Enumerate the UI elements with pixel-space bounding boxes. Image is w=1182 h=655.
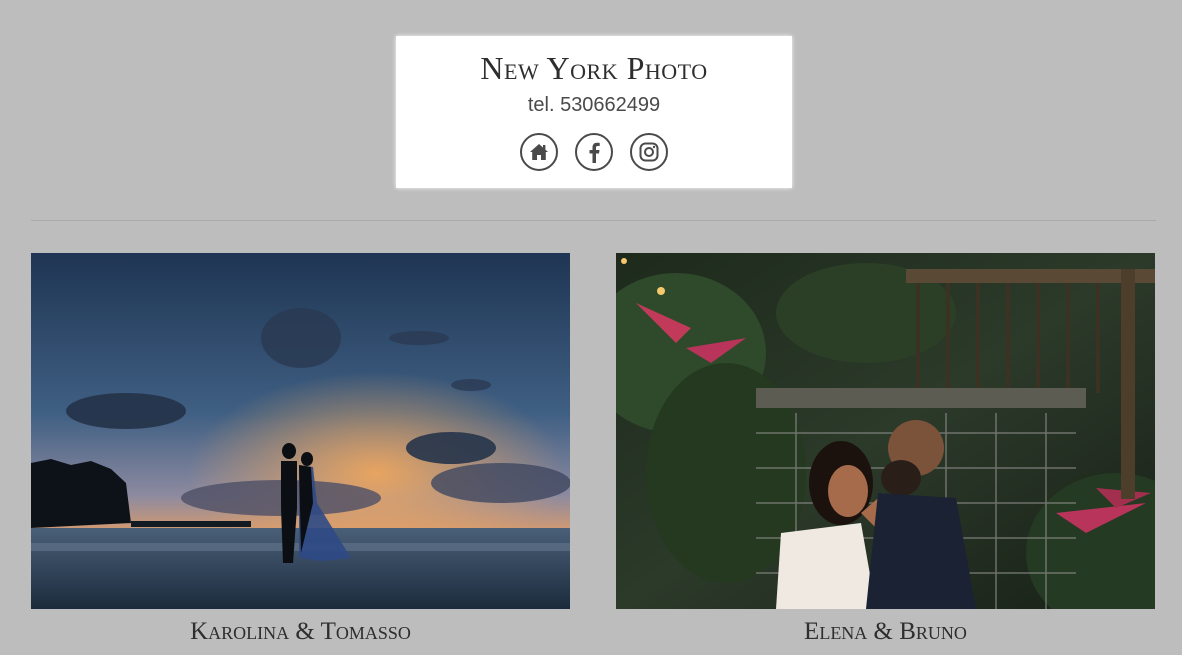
header-card: New York Photo tel. 530662499 [396, 36, 792, 188]
facebook-button[interactable] [575, 133, 613, 171]
home-button[interactable] [520, 133, 558, 171]
gallery-card[interactable]: Karolina & Tomasso [31, 253, 570, 647]
instagram-button[interactable] [630, 133, 668, 171]
social-links [396, 133, 792, 171]
instagram-icon [639, 142, 659, 162]
gallery-caption[interactable]: Elena & Bruno [616, 617, 1155, 647]
gallery-photo-beach-sunset[interactable] [31, 253, 570, 609]
gallery-photo-garden-pergola[interactable] [616, 253, 1155, 609]
home-icon [530, 144, 548, 160]
facebook-icon [589, 142, 600, 163]
header-divider [31, 220, 1156, 221]
site-title: New York Photo [480, 50, 708, 86]
phone-number[interactable]: tel. 530662499 [396, 93, 792, 117]
gallery-caption[interactable]: Karolina & Tomasso [31, 617, 570, 647]
page: New York Photo tel. 530662499 Karolina &… [0, 0, 1182, 655]
gallery-card[interactable]: Elena & Bruno [616, 253, 1155, 647]
